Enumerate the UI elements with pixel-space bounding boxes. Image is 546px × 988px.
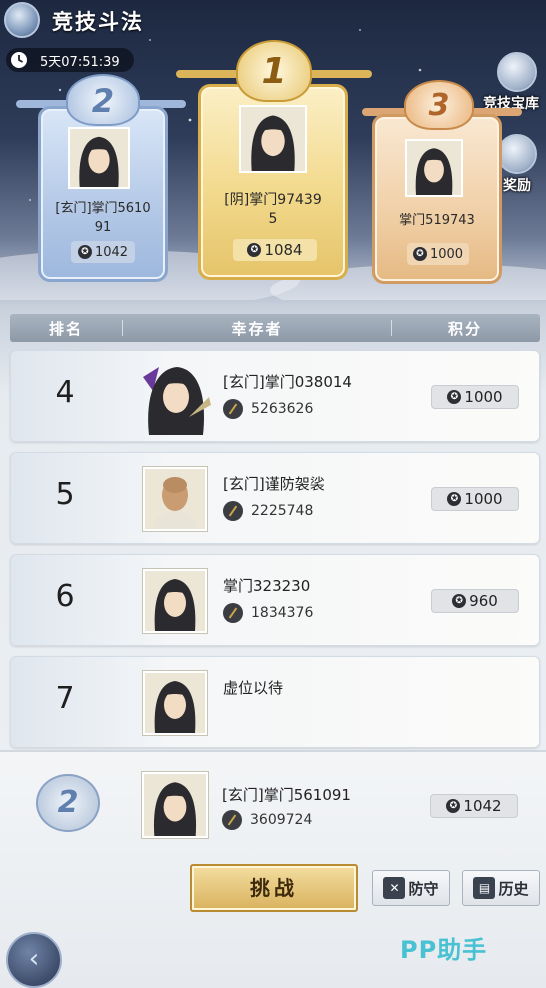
- reward-chest-icon: [497, 134, 537, 174]
- my-avatar: [142, 772, 208, 838]
- podium-name: [玄门]掌门561091: [55, 201, 151, 235]
- podium-card-rank-2[interactable]: [玄门]掌门561091 ✪ 1042: [38, 106, 168, 282]
- back-arrow-icon[interactable]: ‹: [6, 932, 62, 988]
- player-score: ✪ 1000: [431, 385, 519, 409]
- player-power: 2225748: [223, 501, 313, 521]
- rank-2-crest: 2: [66, 74, 140, 126]
- player-name: 虚位以待: [223, 679, 284, 697]
- sword-icon: [223, 603, 243, 623]
- medal-icon: ✪: [447, 492, 462, 506]
- medal-icon: ✪: [452, 594, 467, 608]
- header-bar: 竞技斗法: [0, 0, 546, 42]
- player-name: [玄门]谨防袈裟: [223, 475, 325, 493]
- clock-icon: [11, 52, 27, 68]
- my-power: 3609724: [222, 810, 312, 830]
- avatar: [405, 139, 463, 197]
- player-power: 5263626: [223, 399, 313, 419]
- my-rank-crest: 2: [36, 774, 100, 832]
- podium-name: [阴]掌门974395: [224, 192, 322, 227]
- table-row[interactable]: 4 [玄门]掌门038014 5263626 ✪ 1000: [10, 350, 540, 442]
- treasure-bag-icon: [497, 52, 537, 92]
- avatar: [143, 671, 207, 735]
- table-row[interactable]: 5 [玄门]谨防袈裟 2225748 ✪ 1000: [10, 452, 540, 544]
- sword-icon: [223, 501, 243, 521]
- arena-treasury-button[interactable]: 竞技宝库: [483, 52, 542, 113]
- row-rank: 7: [55, 681, 75, 716]
- col-rank-header: 排名: [48, 319, 83, 338]
- my-ranking-panel: 2 [玄门]掌门561091 3609724 ✪ 1042 挑战 ✕ 防守 ▤ 历史 …: [0, 750, 546, 988]
- podium-score: ✪ 1042: [71, 241, 135, 263]
- rank-3-crest: 3: [404, 80, 474, 130]
- challenge-button[interactable]: 挑战: [190, 864, 358, 912]
- avatar: [139, 357, 213, 435]
- podium-card-rank-3[interactable]: 掌门519743 ✪ 1000: [372, 114, 502, 284]
- avatar: [68, 127, 130, 189]
- player-score: ✪ 960: [431, 589, 519, 613]
- history-button[interactable]: ▤ 历史: [462, 870, 540, 906]
- row-rank: 4: [55, 375, 75, 410]
- medal-icon: ✪: [247, 243, 262, 257]
- podium-name: 掌门519743: [399, 213, 475, 228]
- medal-icon: ✪: [77, 245, 92, 259]
- season-timer: 5天07:51:39: [6, 48, 134, 72]
- ranking-table-header: 排名 幸存者 积分: [10, 314, 540, 342]
- col-score-header: 积分: [447, 319, 482, 338]
- col-player-header: 幸存者: [231, 319, 283, 338]
- row-rank: 5: [55, 477, 75, 512]
- podium-score: ✪ 1084: [233, 239, 317, 261]
- table-row[interactable]: 6 掌门323230 1834376 ✪ 960: [10, 554, 540, 646]
- avatar: [143, 569, 207, 633]
- player-name: 掌门323230: [223, 577, 311, 595]
- player-score: ✪ 1000: [431, 487, 519, 511]
- rank-1-crest: 1: [236, 40, 312, 102]
- player-power: 1834376: [223, 603, 313, 623]
- history-log-icon: ▤: [473, 877, 496, 899]
- crossed-swords-icon: ✕: [383, 877, 406, 899]
- timer-text: 5天07:51:39: [40, 54, 120, 70]
- medal-icon: ✪: [447, 390, 462, 404]
- podium-card-rank-1[interactable]: [阴]掌门974395 ✪ 1084: [198, 84, 348, 280]
- row-rank: 6: [55, 579, 75, 614]
- medal-icon: ✪: [412, 247, 427, 261]
- sword-icon: [223, 399, 243, 419]
- arena-logo-icon: [4, 2, 40, 38]
- medal-icon: ✪: [446, 799, 461, 813]
- defend-button[interactable]: ✕ 防守: [372, 870, 450, 906]
- avatar: [143, 467, 207, 531]
- table-row[interactable]: 7 虚位以待: [10, 656, 540, 748]
- sword-icon: [222, 810, 242, 830]
- player-name: [玄门]掌门038014: [223, 373, 352, 391]
- podium-score: ✪ 1000: [407, 243, 469, 265]
- avatar: [239, 105, 307, 173]
- page-title: 竞技斗法: [52, 10, 144, 34]
- pp-assistant-watermark: PP助手: [400, 936, 488, 964]
- my-name: [玄门]掌门561091: [222, 786, 351, 804]
- my-score: ✪ 1042: [430, 794, 518, 818]
